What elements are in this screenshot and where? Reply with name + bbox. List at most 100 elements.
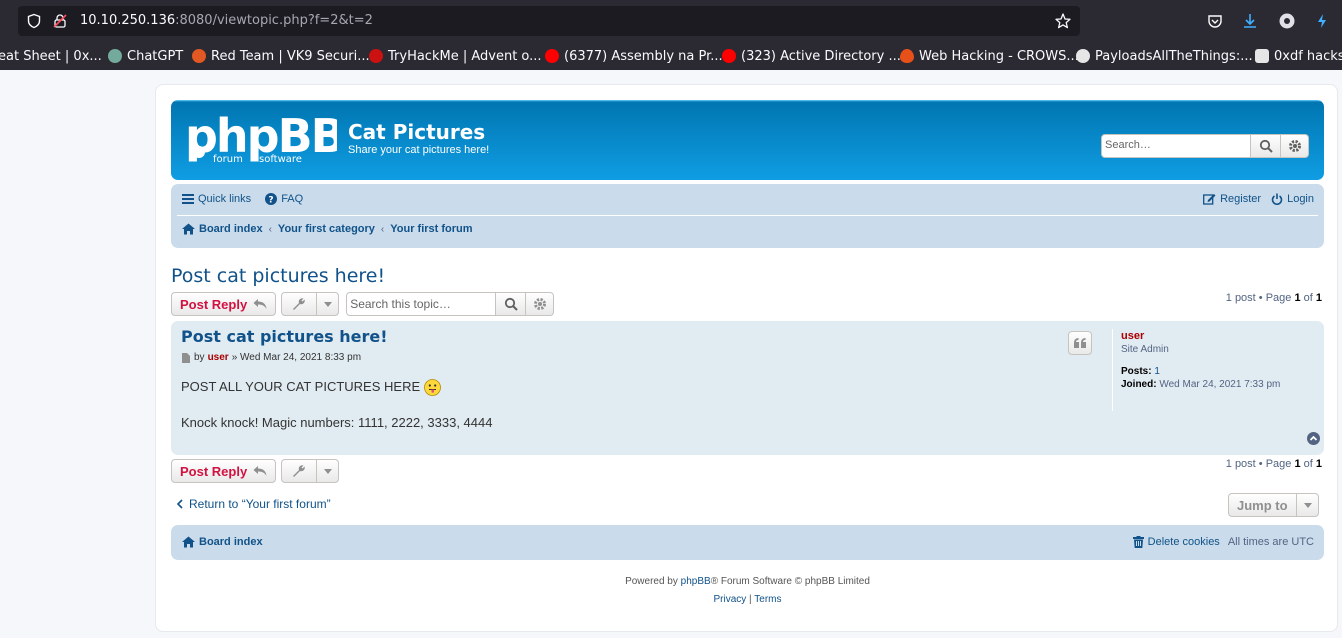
phpbb-logo[interactable]: phpBB forum software — [185, 112, 337, 170]
power-icon — [1271, 193, 1283, 205]
footer-board-index-label: Board index — [199, 536, 263, 548]
timezone-text: All times are UTC — [1227, 536, 1314, 548]
bookmark-tryhackme[interactable]: TryHackMe | Advent o... — [369, 47, 542, 65]
phpbb-link[interactable]: phpBB — [681, 576, 711, 587]
footer-navbar: Board index Delete cookies All times are… — [171, 525, 1324, 560]
post-title[interactable]: Post cat pictures here! — [181, 327, 388, 346]
site-description: Share your cat pictures here! — [348, 144, 490, 156]
search-icon — [504, 297, 518, 311]
gear-icon — [1288, 140, 1301, 152]
header-search: Search… — [1101, 134, 1309, 158]
site-title: Cat Pictures — [348, 120, 486, 144]
post-profile: user Site Admin Posts: 1 Joined: Wed Mar… — [1112, 329, 1312, 411]
bookmark-youtube-ad[interactable]: (323) Active Directory ... — [722, 47, 901, 65]
shield-icon[interactable] — [26, 13, 42, 29]
svg-text:forum: forum — [213, 154, 243, 165]
bookmark-payloads[interactable]: PayloadsAllTheThings:... — [1076, 47, 1253, 65]
back-to-top-icon[interactable] — [1307, 432, 1320, 445]
footer-board-index-link[interactable]: Board index — [182, 536, 263, 548]
top-action-bar: Post Reply Search this topic… — [171, 292, 555, 316]
bookmark-youtube-assembly[interactable]: (6377) Assembly na Pr... — [545, 47, 723, 65]
youtube-icon — [545, 49, 559, 63]
address-bar[interactable]: 10.10.250.136:8080/viewtopic.php?f=2&t=2 — [18, 6, 1080, 36]
downloads-icon[interactable] — [1241, 12, 1259, 30]
topic-search: Search this topic… — [346, 292, 555, 316]
account-icon[interactable] — [1278, 12, 1296, 30]
topic-search-input[interactable]: Search this topic… — [346, 292, 497, 316]
bookmark-0xdf[interactable]: 0xdf hacks — [1255, 47, 1342, 65]
topic-tools-button[interactable] — [281, 292, 340, 316]
post-reply-button-bottom[interactable]: Post Reply — [171, 459, 277, 483]
url-text[interactable]: 10.10.250.136:8080/viewtopic.php?f=2&t=2 — [80, 13, 373, 28]
bookmark-crows[interactable]: Web Hacking - CROWS... — [900, 47, 1079, 65]
site-header: phpBB forum software Cat Pictures Share … — [171, 100, 1324, 180]
breadcrumb-separator: ‹ — [380, 223, 385, 235]
topic-title[interactable]: Post cat pictures here! — [171, 265, 385, 287]
delete-cookies-link[interactable]: Delete cookies — [1132, 536, 1220, 548]
bookmark-vk9[interactable]: Red Team | VK9 Securi... — [192, 47, 370, 65]
extension-icon[interactable] — [1313, 12, 1331, 30]
profile-posts: Posts: 1 — [1121, 366, 1160, 377]
vk9-icon — [192, 49, 206, 63]
post-line-2: Knock knock! Magic numbers: 1111, 2222, … — [181, 415, 493, 430]
pagination-bottom: 1 post • Page 1 of 1 — [1225, 458, 1322, 470]
bookmark-chatgpt[interactable]: ChatGPT — [108, 47, 183, 65]
tongue-smiley-icon — [424, 378, 442, 396]
terms-link[interactable]: Terms — [754, 594, 781, 605]
privacy-link[interactable]: Privacy — [713, 594, 746, 605]
post: Post cat pictures here! by user » Wed Ma… — [171, 321, 1324, 455]
search-icon — [1259, 139, 1273, 153]
page-wrap: phpBB forum software Cat Pictures Share … — [155, 84, 1338, 632]
quick-links-label: Quick links — [198, 193, 252, 205]
header-search-button[interactable] — [1251, 134, 1281, 158]
return-to-forum-link[interactable]: Return to “Your first forum” — [176, 497, 331, 511]
bookmarks-bar: eat Sheet | 0x... ChatGPT Red Team | VK9… — [0, 42, 1342, 70]
wrench-icon — [293, 298, 305, 310]
topic-tools-button-bottom[interactable] — [281, 459, 340, 483]
navbar-divider — [177, 215, 1318, 216]
youtube-icon — [722, 49, 736, 63]
topic-search-button[interactable] — [496, 292, 527, 316]
post-reply-button[interactable]: Post Reply — [171, 292, 277, 316]
return-label: Return to “Your first forum” — [189, 497, 331, 511]
pocket-icon[interactable] — [1206, 12, 1224, 30]
insecure-lock-icon[interactable] — [52, 13, 68, 29]
powered-prefix: Powered by — [625, 576, 681, 587]
profile-username[interactable]: user — [1121, 330, 1312, 342]
bottom-action-bar: Post Reply — [171, 459, 340, 483]
bookmark-cheat-sheet[interactable]: eat Sheet | 0x... — [0, 47, 102, 65]
login-label: Login — [1287, 193, 1314, 205]
header-search-input[interactable]: Search… — [1101, 134, 1251, 158]
advanced-search-button[interactable] — [1281, 134, 1309, 158]
post-reply-label: Post Reply — [180, 463, 248, 479]
quote-button[interactable] — [1068, 331, 1092, 355]
github-icon — [1076, 49, 1090, 63]
navbar: Quick links ? FAQ Register Login Board i… — [171, 184, 1324, 248]
jump-to-label: Jump to — [1237, 497, 1288, 513]
profile-joined: Joined: Wed Mar 24, 2021 7:33 pm — [1121, 379, 1281, 390]
breadcrumb-category[interactable]: Your first category — [278, 223, 375, 235]
bookmark-star-icon[interactable] — [1054, 12, 1072, 30]
jump-to-dropdown[interactable]: Jump to — [1228, 493, 1319, 517]
file-icon[interactable] — [181, 352, 191, 363]
faq-link[interactable]: ? FAQ — [265, 193, 303, 205]
quick-links-menu[interactable]: Quick links — [182, 193, 251, 205]
post-reply-label: Post Reply — [180, 296, 248, 312]
quote-icon — [1074, 338, 1086, 348]
reply-icon — [253, 466, 267, 476]
0xdf-icon — [1255, 49, 1269, 63]
reply-icon — [253, 299, 267, 309]
gear-icon — [533, 298, 546, 310]
profile-rank: Site Admin — [1121, 344, 1169, 355]
breadcrumb-forum[interactable]: Your first forum — [390, 223, 472, 235]
post-date: » Wed Mar 24, 2021 8:33 pm — [231, 352, 362, 363]
login-link[interactable]: Login — [1271, 193, 1314, 205]
profile-posts-link[interactable]: 1 — [1154, 366, 1160, 377]
breadcrumb-separator: ‹ — [268, 223, 272, 235]
breadcrumb-board-index[interactable]: Board index — [182, 223, 263, 235]
post-author-link[interactable]: user — [208, 352, 229, 363]
register-link[interactable]: Register — [1203, 193, 1261, 205]
flame-icon — [900, 49, 914, 63]
breadcrumb: Board index ‹ Your first category ‹ Your… — [182, 223, 473, 235]
topic-advanced-search-button[interactable] — [526, 292, 555, 316]
